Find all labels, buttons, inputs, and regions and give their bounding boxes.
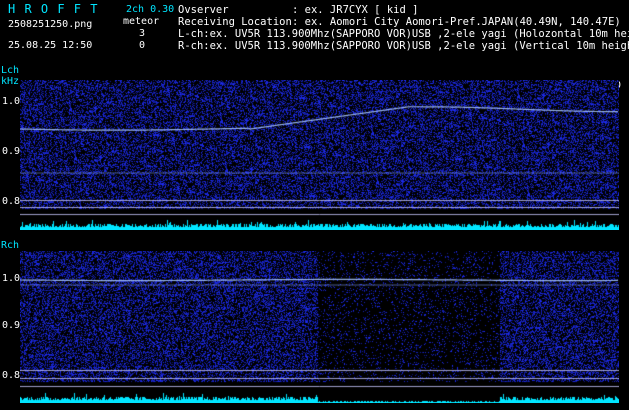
datetime-label: 25.08.25 12:50 bbox=[8, 40, 93, 51]
lch-config: L-ch:ex. UV5R 113.900Mhz(SAPPORO VOR)USB… bbox=[178, 28, 629, 40]
rch-ytick: 1.0 bbox=[2, 273, 21, 284]
mode-label: 2ch 0.30 bbox=[126, 4, 175, 15]
observer-label: Ovserver bbox=[178, 4, 229, 16]
rch-ytick: 0.9 bbox=[2, 320, 21, 331]
category-label: meteor bbox=[123, 16, 160, 27]
rch-count: 0 bbox=[139, 40, 146, 51]
lch-count: 3 bbox=[139, 28, 146, 39]
lch-ytick: 0.8 bbox=[2, 196, 21, 207]
rch-config: R-ch:ex. UV5R 113.900Mhz(SAPPORO VOR)USB… bbox=[178, 40, 629, 52]
rch-spectrogram bbox=[20, 251, 619, 403]
location-label: Receiving Location bbox=[178, 16, 292, 28]
lch-ytick: 0.9 bbox=[2, 146, 21, 157]
lch-spectrogram bbox=[20, 80, 619, 230]
rch-ytick: 0.8 bbox=[2, 370, 21, 381]
rch-label: Rch bbox=[1, 240, 20, 251]
observer-value: : ex. JR7CYX [ kid ] bbox=[292, 4, 419, 16]
filename-label: 2508251250.png bbox=[8, 19, 93, 30]
app-title: H R O F F T bbox=[8, 2, 99, 16]
lch-label: Lch bbox=[1, 65, 20, 76]
lch-ytick: 1.0 bbox=[2, 96, 21, 107]
lch-unit: kHz bbox=[1, 76, 20, 87]
location-value: : ex. Aomori City Aomori-Pref.JAPAN(40.4… bbox=[292, 16, 621, 28]
